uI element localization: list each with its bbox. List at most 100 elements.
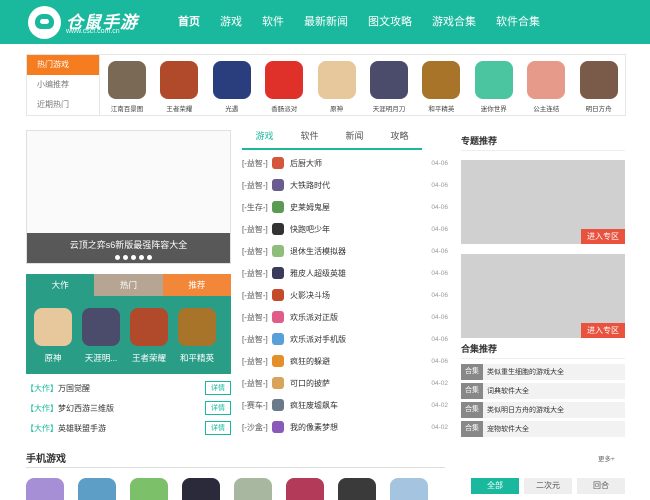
- collection-item[interactable]: 合集 类似明日方舟的游戏大全: [461, 402, 625, 418]
- news-category[interactable]: [-益智-]: [242, 180, 272, 191]
- news-category[interactable]: [-益智-]: [242, 334, 272, 345]
- news-category[interactable]: [-益智-]: [242, 312, 272, 323]
- game-icon[interactable]: [272, 267, 284, 279]
- nav-software-collections[interactable]: 软件合集: [486, 0, 550, 44]
- game-icon[interactable]: [390, 478, 428, 500]
- game-icon[interactable]: [272, 421, 284, 433]
- top-game-item[interactable]: 原神: [316, 61, 358, 113]
- top-game-item[interactable]: 江南百景图: [106, 61, 148, 113]
- game-icon[interactable]: [178, 308, 216, 346]
- game-icon[interactable]: [130, 308, 168, 346]
- game-icon[interactable]: [130, 478, 168, 500]
- game-icon[interactable]: [422, 61, 461, 99]
- game-icon[interactable]: [272, 377, 284, 389]
- rank-game-item[interactable]: 王者荣耀: [125, 308, 173, 364]
- game-icon[interactable]: [82, 308, 120, 346]
- tab-games[interactable]: 游戏: [242, 126, 287, 148]
- game-icon[interactable]: [272, 311, 284, 323]
- slider-dot[interactable]: [147, 255, 152, 260]
- game-icon[interactable]: [272, 333, 284, 345]
- game-name[interactable]: 原神: [316, 103, 358, 113]
- news-title[interactable]: 后厨大师: [290, 158, 428, 169]
- list-item[interactable]: [-益智-] 火影决斗场 04-06: [242, 284, 448, 306]
- tab-news[interactable]: 新闻: [332, 126, 377, 148]
- list-item[interactable]: [-生存-] 史莱姆鬼屋 04-06: [242, 196, 448, 218]
- game-icon[interactable]: [272, 245, 284, 257]
- list-item-link[interactable]: 【大作】梦幻西游三维版: [26, 403, 114, 414]
- game-icon[interactable]: [182, 478, 220, 500]
- collection-name[interactable]: 类似明日方舟的游戏大全: [487, 405, 564, 415]
- news-title[interactable]: 可口的披萨: [290, 378, 428, 389]
- game-name[interactable]: 王者荣耀: [158, 103, 200, 113]
- collection-name[interactable]: 词典软件大全: [487, 386, 529, 396]
- news-category[interactable]: [-生存-]: [242, 202, 272, 213]
- enter-zone-button[interactable]: 进入专区: [581, 229, 625, 244]
- game-icon[interactable]: [160, 61, 199, 99]
- news-category[interactable]: [-赛车-]: [242, 400, 272, 411]
- list-item[interactable]: [-益智-] 欢乐派对正版 04-06: [242, 306, 448, 328]
- game-icon[interactable]: [272, 355, 284, 367]
- detail-button[interactable]: 详情: [205, 421, 231, 435]
- collection-name[interactable]: 宠物软件大全: [487, 424, 529, 434]
- news-title[interactable]: 我的像素梦想: [290, 422, 428, 433]
- news-category[interactable]: [-益智-]: [242, 158, 272, 169]
- filter-all[interactable]: 全部: [471, 478, 519, 494]
- nav-home[interactable]: 首页: [168, 0, 210, 44]
- game-name[interactable]: 光遇: [211, 103, 253, 113]
- list-item[interactable]: [-益智-] 疯狂的躲避 04-06: [242, 350, 448, 372]
- slider-dot[interactable]: [139, 255, 144, 260]
- game-icon[interactable]: [272, 399, 284, 411]
- game-icon[interactable]: [527, 61, 566, 99]
- game-name[interactable]: 王者荣耀: [125, 352, 173, 364]
- game-icon[interactable]: [212, 61, 251, 99]
- news-title[interactable]: 疯狂的躲避: [290, 356, 428, 367]
- news-title[interactable]: 退休生活模拟器: [290, 246, 428, 257]
- game-icon[interactable]: [26, 478, 64, 500]
- rank-game-item[interactable]: 原神: [29, 308, 77, 364]
- detail-button[interactable]: 详情: [205, 401, 231, 415]
- nav-news[interactable]: 最新新闻: [294, 0, 358, 44]
- top-game-item[interactable]: 公主连结: [525, 61, 567, 113]
- game-icon[interactable]: [579, 61, 618, 99]
- game-icon[interactable]: [272, 289, 284, 301]
- game-name[interactable]: 迷你世界: [473, 103, 515, 113]
- news-category[interactable]: [-益智-]: [242, 378, 272, 389]
- game-icon[interactable]: [34, 308, 72, 346]
- collection-name[interactable]: 类似重生细胞的游戏大全: [487, 367, 564, 377]
- tab-recommended[interactable]: 推荐: [162, 274, 231, 296]
- news-category[interactable]: [-益智-]: [242, 224, 272, 235]
- top-game-item[interactable]: 王者荣耀: [158, 61, 200, 113]
- rank-game-item[interactable]: 天涯明...: [77, 308, 125, 364]
- game-name[interactable]: 和平精英: [420, 103, 462, 113]
- news-title[interactable]: 大铁路时代: [290, 180, 428, 191]
- nav-games[interactable]: 游戏: [210, 0, 252, 44]
- enter-zone-button[interactable]: 进入专区: [581, 323, 625, 338]
- news-title[interactable]: 史莱姆鬼屋: [290, 202, 428, 213]
- list-item[interactable]: [-益智-] 退休生活模拟器 04-06: [242, 240, 448, 262]
- game-name[interactable]: 明日方舟: [578, 103, 620, 113]
- list-item[interactable]: [-益智-] 可口的披萨 04-02: [242, 372, 448, 394]
- game-icon[interactable]: [272, 157, 284, 169]
- more-link[interactable]: 更多+: [598, 453, 615, 463]
- special-banner[interactable]: 进入专区: [461, 160, 625, 244]
- game-icon[interactable]: [265, 61, 304, 99]
- game-icon[interactable]: [272, 179, 284, 191]
- nav-guides[interactable]: 图文攻略: [358, 0, 422, 44]
- tab-hot-games[interactable]: 热门游戏: [27, 55, 99, 75]
- list-item[interactable]: [-益智-] 快跑吧少年 04-06: [242, 218, 448, 240]
- game-icon[interactable]: [370, 61, 408, 99]
- top-game-item[interactable]: 香肠派对: [263, 61, 305, 113]
- nav-software[interactable]: 软件: [252, 0, 294, 44]
- top-game-item[interactable]: 迷你世界: [473, 61, 515, 113]
- game-icon[interactable]: [108, 61, 146, 99]
- news-title[interactable]: 疯狂废墟飙车: [290, 400, 428, 411]
- game-icon[interactable]: [78, 478, 116, 500]
- list-item[interactable]: [-益智-] 雅皮人超级英雄 04-06: [242, 262, 448, 284]
- tab-recent-hot[interactable]: 近期热门: [27, 95, 99, 115]
- list-item[interactable]: [-益智-] 欢乐派对手机版 04-06: [242, 328, 448, 350]
- collection-item[interactable]: 合集 宠物软件大全: [461, 421, 625, 437]
- tab-popular[interactable]: 热门: [94, 274, 163, 296]
- slider-dot[interactable]: [115, 255, 120, 260]
- news-category[interactable]: [-沙盒-]: [242, 422, 272, 433]
- game-name[interactable]: 天涯明...: [77, 352, 125, 364]
